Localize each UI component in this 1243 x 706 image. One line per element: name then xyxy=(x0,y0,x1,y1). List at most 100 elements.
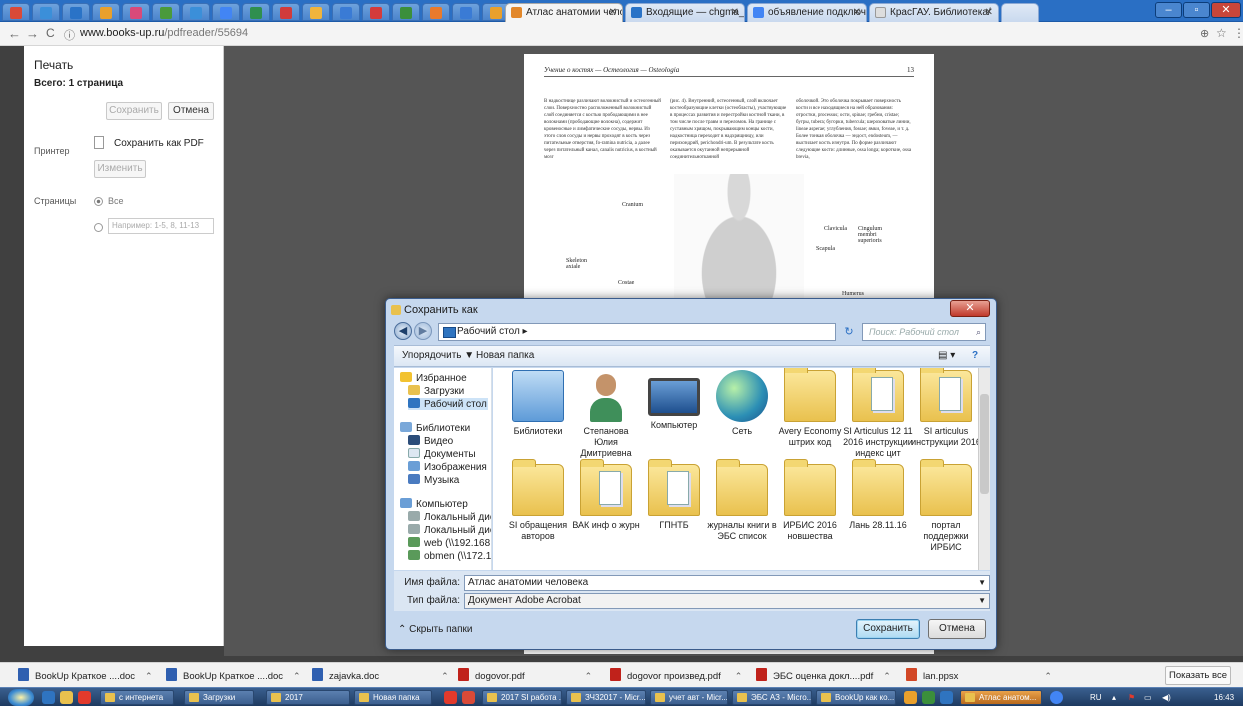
media-icon[interactable] xyxy=(78,691,91,704)
pinned-tab[interactable] xyxy=(32,3,60,21)
reload-icon[interactable]: C xyxy=(46,26,55,40)
menu-icon[interactable]: ⋮ xyxy=(1233,26,1243,40)
change-printer-button[interactable]: Изменить xyxy=(94,160,146,178)
tab-library[interactable]: КрасГАУ. Библиотека/ ✕ xyxy=(869,3,999,22)
file-item[interactable]: Сеть xyxy=(707,370,777,462)
breadcrumb[interactable]: Рабочий стол ▸ xyxy=(438,323,836,341)
volume-icon[interactable]: ◀) xyxy=(1162,688,1171,706)
chevron-down-icon[interactable]: ▼ xyxy=(978,576,986,590)
download-item[interactable]: dogovor произвед.pdf ⌃ xyxy=(610,668,742,684)
download-item[interactable]: BookUp Краткое ....doc ⌃ xyxy=(18,668,153,684)
nav-computer[interactable]: Компьютер xyxy=(400,498,468,510)
taskbar-item[interactable]: 2017 SI работа ... xyxy=(482,690,562,705)
minimize-icon[interactable]: – xyxy=(1155,2,1182,18)
download-item[interactable]: lan.ppsx ⌃ xyxy=(906,668,1052,684)
tray-arrow-icon[interactable]: ▴ xyxy=(1112,688,1116,706)
app-icon[interactable] xyxy=(940,691,953,704)
nav-favorites[interactable]: Избранное xyxy=(400,372,467,384)
file-item[interactable]: ИРБИС 2016 новшества xyxy=(775,459,845,556)
cancel-button[interactable]: Отмена xyxy=(928,619,986,639)
back-arrow-icon[interactable]: ◀ xyxy=(394,322,412,340)
hide-folders-toggle[interactable]: ⌃ Скрыть папки xyxy=(398,624,472,635)
scrollbar-thumb[interactable] xyxy=(980,394,989,494)
file-item[interactable]: SI articulus инструкции 2016 xyxy=(911,368,981,462)
file-item[interactable]: Лань 28.11.16 xyxy=(843,459,913,556)
search-input[interactable]: Поиск: Рабочий стол ⌕ xyxy=(862,323,986,341)
close-window-icon[interactable]: ✕ xyxy=(1211,2,1241,18)
app-icon[interactable] xyxy=(462,691,475,704)
bookmark-star-icon[interactable]: ☆ xyxy=(1216,26,1227,40)
flag-icon[interactable]: ⚑ xyxy=(1128,688,1135,706)
chevron-down-icon[interactable]: ▼ xyxy=(978,594,986,608)
tab-atlas[interactable]: Атлас анатомии челове ✕ xyxy=(505,3,623,22)
download-item[interactable]: BookUp Краткое ....doc ⌃ xyxy=(166,668,301,684)
language-indicator[interactable]: RU xyxy=(1090,688,1102,706)
taskbar-item-active[interactable]: Атлас анатом... xyxy=(960,690,1042,705)
chevron-up-icon[interactable]: ⌃ xyxy=(585,671,593,681)
pinned-tab[interactable] xyxy=(92,3,120,21)
radio-custom[interactable] xyxy=(94,223,103,232)
pinned-tab[interactable] xyxy=(2,3,30,21)
chevron-up-icon[interactable]: ⌃ xyxy=(293,671,301,681)
maximize-icon[interactable]: ▫ xyxy=(1183,2,1210,18)
start-button[interactable] xyxy=(8,689,34,706)
app-icon[interactable] xyxy=(922,691,935,704)
pinned-tab[interactable] xyxy=(122,3,150,21)
refresh-icon[interactable]: ↻ xyxy=(840,323,858,341)
close-tab-icon[interactable]: ✕ xyxy=(985,4,993,21)
chevron-up-icon[interactable]: ⌃ xyxy=(1044,671,1052,681)
pinned-tab[interactable] xyxy=(212,3,240,21)
pinned-tab[interactable] xyxy=(302,3,330,21)
pinned-tab[interactable] xyxy=(182,3,210,21)
nav-video[interactable]: Видео xyxy=(408,435,453,447)
pinned-tab[interactable] xyxy=(242,3,270,21)
chevron-up-icon[interactable]: ⌃ xyxy=(883,671,891,681)
chrome-icon[interactable] xyxy=(1050,691,1063,704)
nav-desktop[interactable]: Рабочий стол xyxy=(408,398,488,410)
nav-images[interactable]: Изображения xyxy=(408,461,487,473)
nav-documents[interactable]: Документы xyxy=(408,448,476,460)
forward-arrow-icon[interactable]: ▶ xyxy=(414,322,432,340)
explorer-icon[interactable] xyxy=(60,691,73,704)
filetype-select[interactable]: Документ Adobe Acrobat ▼ xyxy=(464,593,990,609)
nav-local-disk-2[interactable]: Локальный диск xyxy=(408,524,491,536)
file-item[interactable]: Компьютер xyxy=(639,370,709,462)
ie-icon[interactable] xyxy=(42,691,55,704)
file-item[interactable]: ВАК инф о журн xyxy=(571,459,641,556)
app-icon[interactable] xyxy=(904,691,917,704)
download-item[interactable]: zajavka.doc ⌃ xyxy=(312,668,449,684)
chevron-up-icon[interactable]: ⌃ xyxy=(441,671,449,681)
file-item[interactable]: SI обращения авторов xyxy=(503,459,573,556)
nav-web-drive[interactable]: web (\\192.168.1. xyxy=(408,537,491,549)
zoom-icon[interactable]: ⊕ xyxy=(1200,27,1209,40)
pages-range-input[interactable]: Например: 1-5, 8, 11-13 xyxy=(108,218,214,234)
tab-google[interactable]: объявление подключен ✕ xyxy=(747,3,867,22)
download-item[interactable]: ЭБС оценка докл....pdf ⌃ xyxy=(756,668,891,684)
help-icon[interactable]: ? xyxy=(972,346,978,366)
nav-downloads[interactable]: Загрузки xyxy=(408,385,464,397)
clock[interactable]: 16:43 xyxy=(1214,688,1234,706)
new-folder-button[interactable]: Новая папка xyxy=(476,346,534,366)
pinned-tab[interactable] xyxy=(422,3,450,21)
opera-icon[interactable] xyxy=(444,691,457,704)
file-item[interactable]: Библиотеки xyxy=(503,370,573,462)
taskbar-item[interactable]: ЭБС АЗ - Micro... xyxy=(732,690,812,705)
pinned-tab[interactable] xyxy=(152,3,180,21)
download-item[interactable]: dogovor.pdf ⌃ xyxy=(458,668,592,684)
url-field[interactable]: www.books-up.ru/pdfreader/55694 xyxy=(80,27,248,39)
tab-inbox[interactable]: Входящие — chgma_b© ✕ xyxy=(625,3,745,22)
print-save-button[interactable]: Сохранить xyxy=(106,102,162,120)
nav-music[interactable]: Музыка xyxy=(408,474,459,486)
chevron-up-icon[interactable]: ⌃ xyxy=(735,671,743,681)
organize-button[interactable]: Упорядочить ▼ xyxy=(402,346,474,366)
taskbar-item[interactable]: учет авт - Micr... xyxy=(650,690,728,705)
forward-arrow-icon[interactable]: → xyxy=(26,26,39,41)
close-tab-icon[interactable]: ✕ xyxy=(853,4,861,21)
pinned-tab[interactable] xyxy=(272,3,300,21)
nav-libraries[interactable]: Библиотеки xyxy=(400,422,470,434)
nav-obmen-drive[interactable]: obmen (\\172.16 xyxy=(408,550,491,562)
taskbar-item[interactable]: с интернета xyxy=(100,690,174,705)
radio-all[interactable] xyxy=(94,197,103,206)
taskbar-item[interactable]: BookUp как ко... xyxy=(816,690,896,705)
pinned-tab[interactable] xyxy=(452,3,480,21)
